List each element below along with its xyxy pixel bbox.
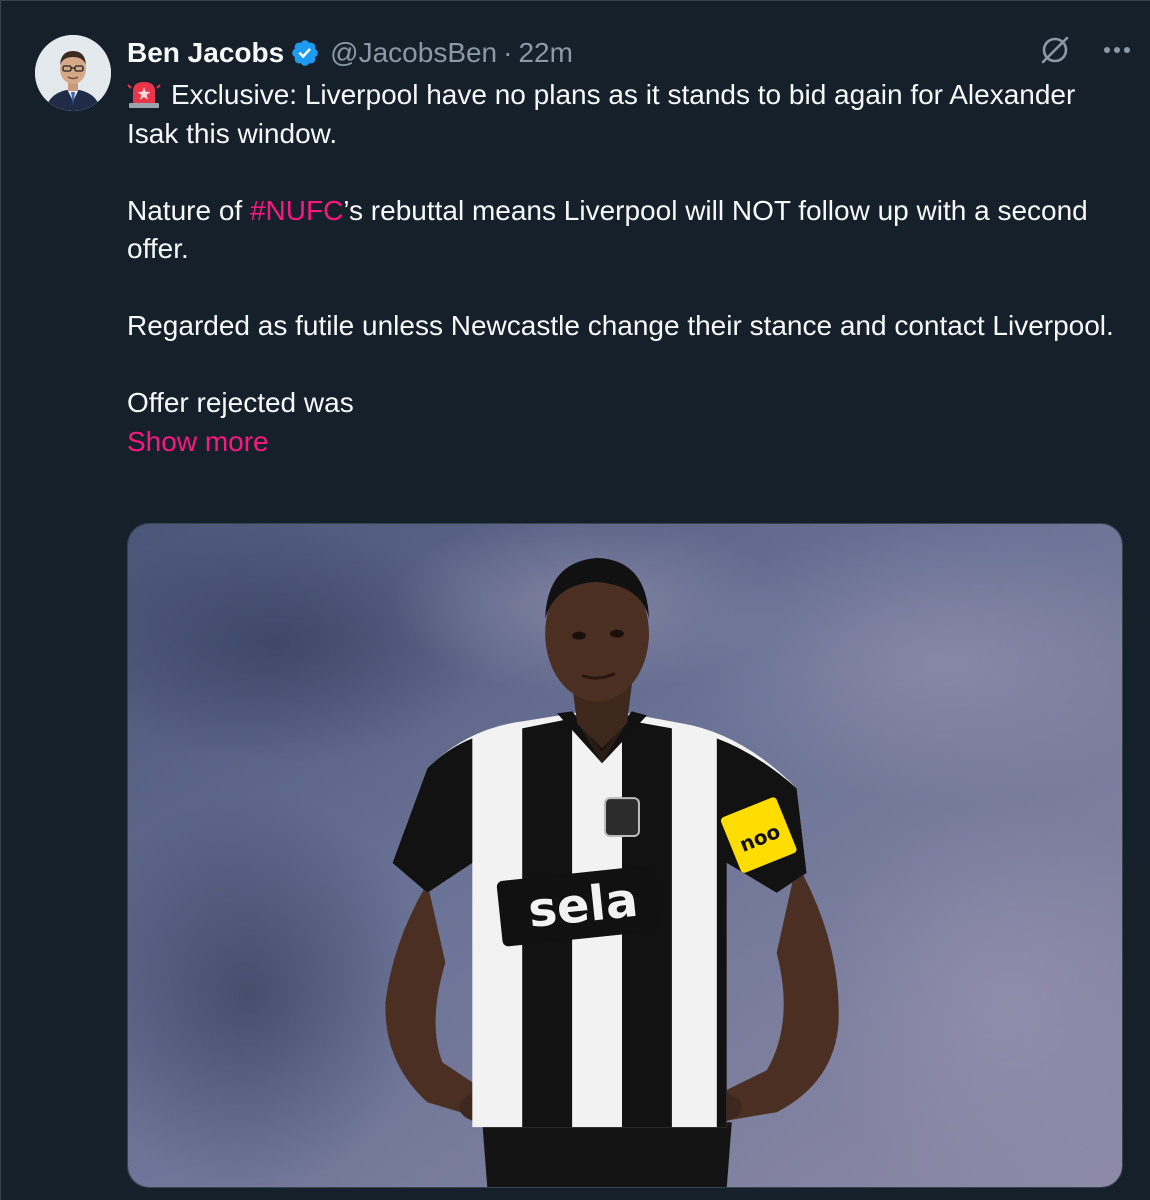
paragraph-1-text: Exclusive: Liverpool have no plans as it… <box>127 79 1076 149</box>
show-more-link[interactable]: Show more <box>127 423 1132 462</box>
avatar[interactable] <box>35 35 111 111</box>
tweet-paragraph-2: Nature of #NUFC’s rebuttal means Liverpo… <box>127 192 1132 269</box>
separator-dot: · <box>503 37 513 68</box>
tweet-paragraph-4: Offer rejected was <box>127 387 354 418</box>
siren-emoji-icon <box>127 82 161 108</box>
paragraph-2-start: Nature of <box>127 194 250 226</box>
verified-badge-icon <box>292 40 318 66</box>
timestamp[interactable]: 22m <box>518 37 572 69</box>
tweet-paragraph-3: Regarded as futile unless Newcastle chan… <box>127 310 1114 341</box>
author-name[interactable]: Ben Jacobs <box>127 37 284 69</box>
tweet-card[interactable]: Ben Jacobs @JacobsBen · 22m Exclusive: L… <box>0 0 1150 1200</box>
grok-icon[interactable] <box>1038 33 1072 67</box>
tweet-actions-top <box>1038 33 1134 67</box>
author-handle[interactable]: @JacobsBen <box>330 37 497 69</box>
shirt-sponsor-text: sela <box>526 873 641 939</box>
tweet-media[interactable]: sela noo <box>127 523 1123 1188</box>
tweet-header: Ben Jacobs @JacobsBen · 22m <box>127 31 573 75</box>
media-photo: sela noo <box>128 524 1122 1187</box>
more-options-icon[interactable] <box>1100 33 1134 67</box>
avatar-image <box>35 35 111 111</box>
tweet-text: Exclusive: Liverpool have no plans as it… <box>127 76 1132 461</box>
hashtag-link[interactable]: #NUFC <box>250 195 343 226</box>
tweet-paragraph-1: Exclusive: Liverpool have no plans as it… <box>127 76 1132 153</box>
